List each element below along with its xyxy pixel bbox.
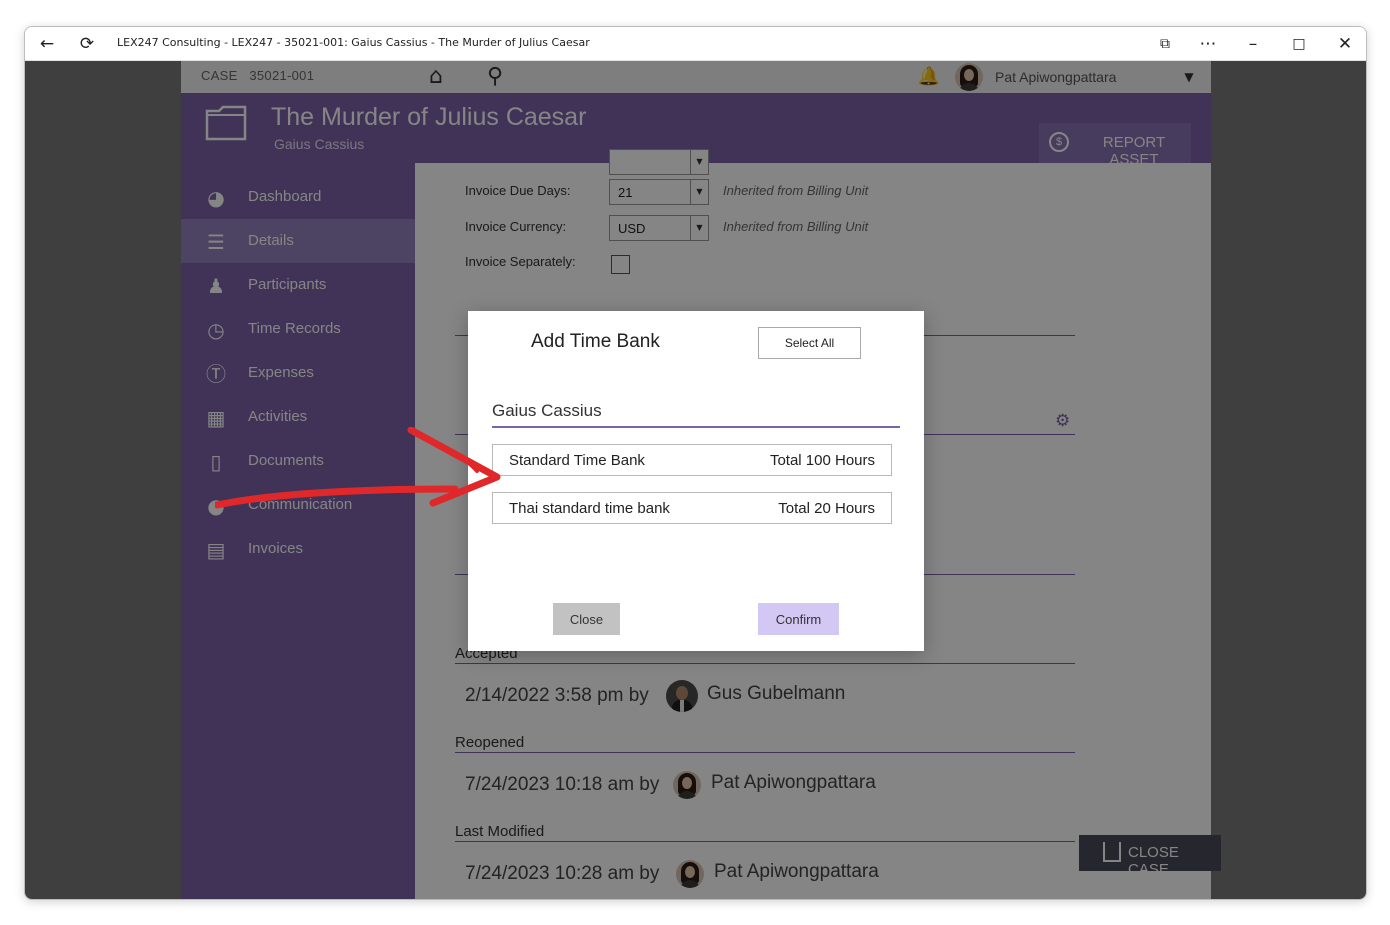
cast-icon[interactable]: ⧉ [1155,34,1175,54]
close-window-icon[interactable]: ✕ [1335,34,1355,54]
time-bank-total: Total 100 Hours [769,452,875,469]
refresh-icon[interactable]: ⟳ [77,34,97,54]
time-bank-name: Standard Time Bank [509,452,645,469]
add-time-bank-dialog: Add Time Bank Select All Gaius Cassius S… [468,311,924,651]
maximize-icon[interactable]: □ [1289,34,1309,54]
client-divider [492,426,900,428]
app-area: CASE 35021-001 ⌂ ⚲ 🔔 Pat Apiwongpattara … [25,61,1366,899]
minimize-icon[interactable]: – [1243,34,1263,54]
window-title: LEX247 Consulting - LEX247 - 35021-001: … [117,36,590,49]
back-arrow-icon[interactable]: ← [37,34,57,54]
time-bank-option[interactable]: Thai standard time bank Total 20 Hours [492,492,892,524]
title-bar: ← ⟳ LEX247 Consulting - LEX247 - 35021-0… [25,27,1366,61]
browser-window: ← ⟳ LEX247 Consulting - LEX247 - 35021-0… [24,26,1367,900]
confirm-button[interactable]: Confirm [758,603,839,635]
dialog-client-name: Gaius Cassius [492,401,602,420]
time-bank-total: Total 20 Hours [778,500,875,517]
dialog-title: Add Time Bank [531,331,660,352]
annotation-arrow [215,427,501,509]
time-bank-name: Thai standard time bank [509,500,670,517]
select-all-button[interactable]: Select All [758,327,861,359]
close-button[interactable]: Close [553,603,620,635]
more-options-icon[interactable]: ⋯ [1198,34,1218,54]
time-bank-option[interactable]: Standard Time Bank Total 100 Hours [492,444,892,476]
